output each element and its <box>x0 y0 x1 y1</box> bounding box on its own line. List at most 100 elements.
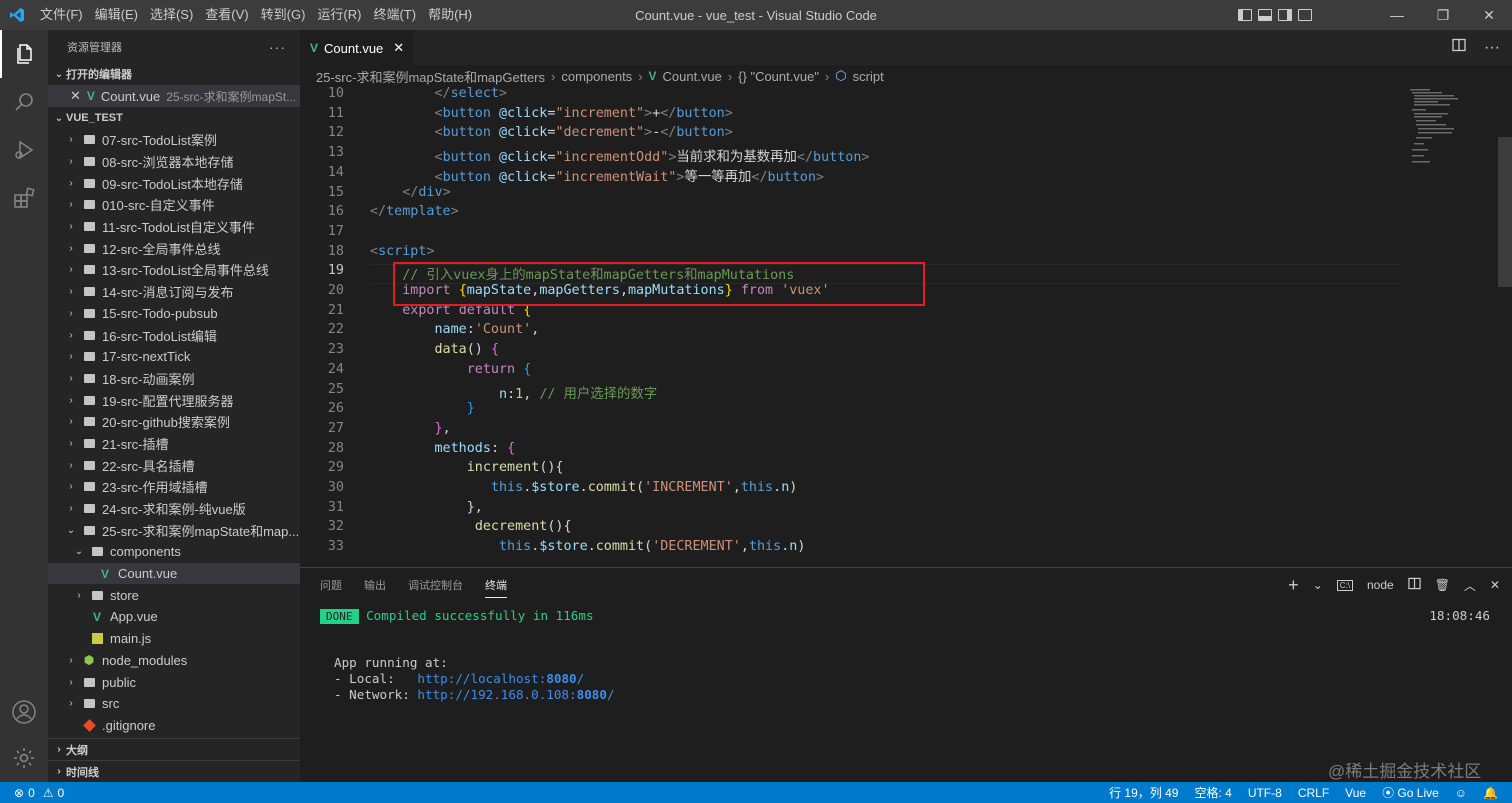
tree-item[interactable]: main.js <box>48 628 300 650</box>
trash-icon[interactable]: 🗑 <box>1435 578 1450 592</box>
search-icon[interactable] <box>0 78 48 126</box>
tree-item[interactable]: › 12-src-全局事件总线 <box>48 237 300 259</box>
tree-item[interactable]: › public <box>48 671 300 693</box>
run-debug-icon[interactable] <box>0 126 48 174</box>
tree-item[interactable]: › 23-src-作用域插槽 <box>48 476 300 498</box>
line-number: 26 <box>327 401 344 417</box>
tree-item[interactable]: › 13-src-TodoList全局事件总线 <box>48 259 300 281</box>
menu-item[interactable]: 文件(F) <box>34 0 89 30</box>
toggle-panel-icon[interactable] <box>1258 9 1272 21</box>
minimap[interactable] <box>1408 87 1498 177</box>
customize-layout-icon[interactable] <box>1298 9 1312 21</box>
terminal-name[interactable]: node <box>1367 578 1394 592</box>
close-window-button[interactable]: ✕ <box>1466 0 1512 30</box>
settings-gear-icon[interactable] <box>0 734 48 782</box>
tree-item[interactable]: › 08-src-浏览器本地存储 <box>48 151 300 173</box>
cursor-position[interactable]: 行 19，列 49 <box>1109 784 1178 801</box>
tree-item[interactable]: .gitignore <box>48 715 300 737</box>
panel-tab[interactable]: 终端 <box>485 577 507 598</box>
tree-item[interactable]: › 17-src-nextTick <box>48 346 300 368</box>
open-editor-item[interactable]: ✕ V Count.vue 25-src-求和案例mapSt... <box>48 85 300 107</box>
menu-item[interactable]: 编辑(E) <box>89 0 144 30</box>
language-mode[interactable]: Vue <box>1345 786 1366 800</box>
chevron-right-icon: › <box>69 177 73 189</box>
project-section[interactable]: ⌄ VUE_TEST <box>48 107 300 129</box>
menu-item[interactable]: 查看(V) <box>199 0 254 30</box>
tree-item[interactable]: › 19-src-配置代理服务器 <box>48 389 300 411</box>
outline-section[interactable]: › 大纲 <box>48 738 300 760</box>
menu-item[interactable]: 转到(G) <box>255 0 312 30</box>
menu-item[interactable]: 帮助(H) <box>422 0 478 30</box>
tree-item[interactable]: › 14-src-消息订阅与发布 <box>48 281 300 303</box>
more-actions-icon[interactable]: ··· <box>1484 39 1500 57</box>
accounts-icon[interactable] <box>0 688 48 736</box>
tree-item[interactable]: V Count.vue <box>48 562 300 585</box>
tree-item[interactable]: › 15-src-Todo-pubsub <box>48 303 300 325</box>
tree-item[interactable]: › 010-src-自定义事件 <box>48 194 300 216</box>
chevron-down-icon[interactable]: ⌄ <box>1313 578 1323 592</box>
extensions-icon[interactable] <box>0 174 48 222</box>
split-editor-icon[interactable] <box>1452 38 1466 57</box>
chevron-right-icon: › <box>69 459 73 471</box>
open-editors-section[interactable]: ⌄ 打开的编辑器 <box>48 63 300 85</box>
timeline-section[interactable]: › 时间线 <box>48 760 300 782</box>
tree-item[interactable]: ⌄ components <box>48 541 300 563</box>
breadcrumb-section[interactable]: script <box>853 69 884 84</box>
maximize-panel-icon[interactable]: ︿ <box>1464 577 1476 594</box>
breadcrumb-sub[interactable]: components <box>561 69 632 84</box>
eol[interactable]: CRLF <box>1298 786 1329 800</box>
tree-item[interactable]: › src <box>48 693 300 715</box>
breadcrumb-file[interactable]: Count.vue <box>663 69 722 84</box>
editor-scrollbar[interactable] <box>1498 137 1512 287</box>
close-tab-icon[interactable]: ✕ <box>393 40 404 56</box>
more-actions-icon[interactable]: ··· <box>269 39 286 55</box>
add-terminal-icon[interactable]: + <box>1288 575 1299 596</box>
tree-item[interactable]: V App.vue <box>48 606 300 628</box>
menu-item[interactable]: 运行(R) <box>311 0 367 30</box>
menu-item[interactable]: 终端(T) <box>367 0 422 30</box>
encoding[interactable]: UTF-8 <box>1248 786 1282 800</box>
tab-count-vue[interactable]: V Count.vue ✕ <box>300 30 415 65</box>
problems-status[interactable]: ⊗ 0 ⚠ 0 <box>0 786 64 800</box>
panel-tab[interactable]: 问题 <box>320 577 342 593</box>
breadcrumb-folder[interactable]: 25-src-求和案例mapState和mapGetters <box>316 67 545 86</box>
explorer-icon[interactable] <box>0 30 48 78</box>
tree-item[interactable]: › 22-src-具名插槽 <box>48 454 300 476</box>
panel-tab[interactable]: 输出 <box>364 577 386 593</box>
feedback-icon[interactable]: ☺ <box>1455 786 1467 800</box>
tree-item[interactable]: › 20-src-github搜索案例 <box>48 411 300 433</box>
tree-item[interactable]: › 11-src-TodoList自定义事件 <box>48 216 300 238</box>
code-token: : <box>507 386 516 402</box>
code-line: name:'Count', <box>370 322 540 337</box>
bell-icon[interactable]: 🔔 <box>1483 786 1498 800</box>
close-editor-icon[interactable]: ✕ <box>70 88 81 104</box>
tree-item[interactable]: › 21-src-插槽 <box>48 433 300 455</box>
close-panel-icon[interactable]: ✕ <box>1490 578 1500 592</box>
breadcrumb-object[interactable]: {} "Count.vue" <box>738 69 819 84</box>
restore-button[interactable]: ❐ <box>1420 0 1466 30</box>
go-live-button[interactable]: ⦿ Go Live <box>1382 784 1439 801</box>
line-number: 16 <box>327 204 344 220</box>
tree-item[interactable]: › 07-src-TodoList案例 <box>48 129 300 151</box>
indentation[interactable]: 空格: 4 <box>1194 784 1231 801</box>
tree-item[interactable]: › 18-src-动画案例 <box>48 368 300 390</box>
tree-item[interactable]: › 24-src-求和案例-纯vue版 <box>48 498 300 520</box>
toggle-primary-sidebar-icon[interactable] <box>1238 9 1252 21</box>
panel-tab[interactable]: 调试控制台 <box>408 577 463 593</box>
local-url-link[interactable]: http://localhost:8080/ <box>417 671 584 686</box>
toggle-secondary-sidebar-icon[interactable] <box>1278 9 1292 21</box>
split-terminal-icon[interactable] <box>1408 577 1421 593</box>
tree-item[interactable]: ⌄ 25-src-求和案例mapState和map... <box>48 519 300 541</box>
tree-item[interactable]: › 16-src-TodoList编辑 <box>48 324 300 346</box>
folder-icon <box>82 222 96 232</box>
code-editor[interactable]: 10 </select> 11 <button @click="increment… <box>300 87 1512 567</box>
code-token: $store <box>531 480 580 495</box>
code-token: > <box>442 184 451 200</box>
tree-item[interactable]: › ⬢ node_modules <box>48 650 300 672</box>
folder-icon <box>82 135 96 145</box>
menu-item[interactable]: 选择(S) <box>144 0 199 30</box>
network-url-link[interactable]: http://192.168.0.108:8080/ <box>417 687 614 702</box>
tree-item[interactable]: › 09-src-TodoList本地存储 <box>48 172 300 194</box>
tree-item[interactable]: › store <box>48 584 300 606</box>
minimize-button[interactable]: — <box>1374 0 1420 30</box>
